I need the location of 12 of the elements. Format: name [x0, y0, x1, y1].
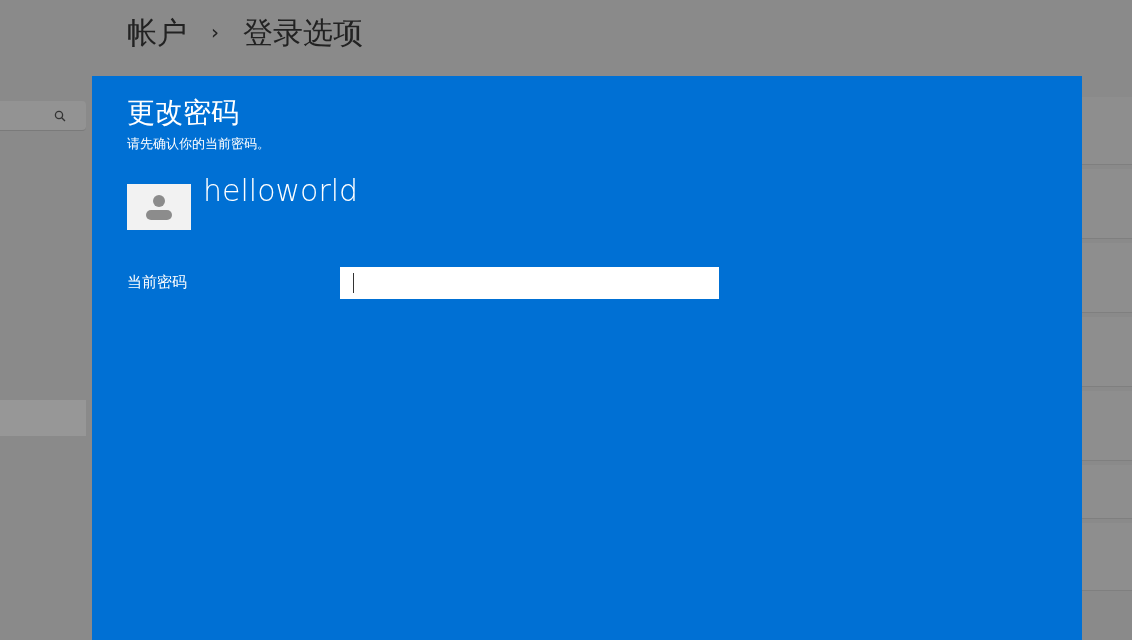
text-cursor: [353, 272, 354, 293]
breadcrumb-parent[interactable]: 帐户: [127, 9, 187, 55]
search-icon: [54, 109, 66, 122]
field-label: 当前密码: [127, 272, 188, 294]
password-field[interactable]: [340, 266, 719, 299]
dialog-title: 更改密码: [127, 95, 240, 131]
breadcrumb-current: 登录选项: [243, 13, 363, 52]
dialog-subtitle: 请先确认你的当前密码。: [127, 135, 271, 153]
breadcrumb-separator: ›: [211, 19, 219, 46]
user-name: helloworld: [203, 175, 359, 206]
person-icon: [143, 192, 175, 221]
search-field[interactable]: [0, 101, 86, 131]
